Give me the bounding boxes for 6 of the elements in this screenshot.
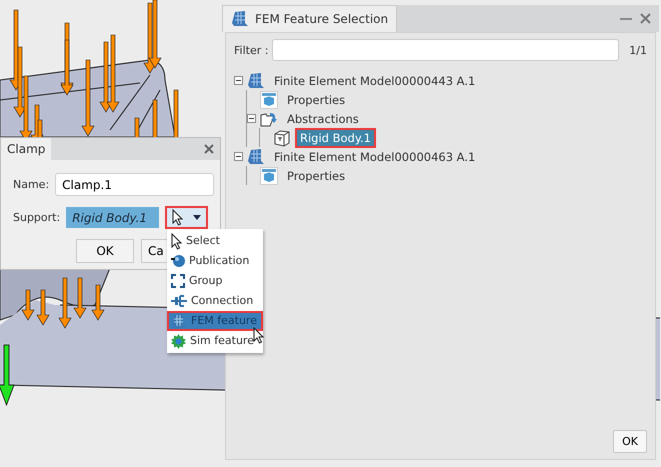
filter-label: Filter : <box>234 44 268 56</box>
dialog-title: Clamp <box>1 138 52 160</box>
match-count: 1/1 <box>629 44 647 56</box>
name-label: Name: <box>13 178 50 191</box>
support-label: Support: <box>13 211 60 224</box>
window-title: FEM Feature Selection <box>222 5 398 32</box>
